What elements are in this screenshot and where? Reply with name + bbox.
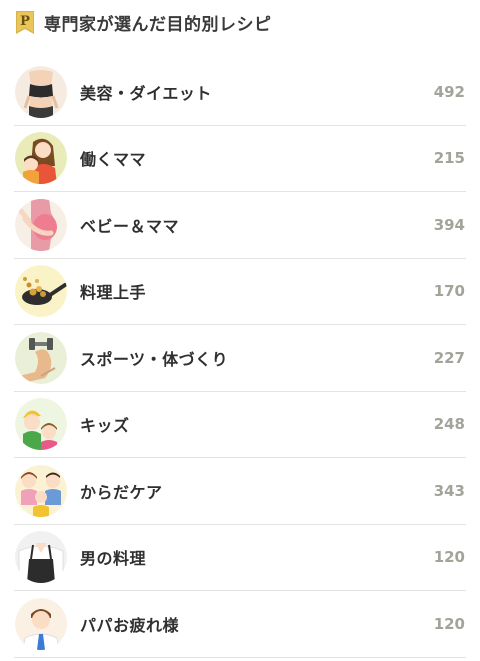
kids-icon: [15, 398, 67, 451]
category-row[interactable]: 働くママ 215: [14, 126, 466, 192]
category-row[interactable]: からだケア 343: [14, 458, 466, 525]
category-label: からだケア: [80, 482, 163, 502]
category-label: 男の料理: [80, 549, 147, 569]
recipe-count: 120: [433, 548, 465, 567]
man-apron-icon: [15, 531, 67, 584]
working-mom-icon: [15, 132, 67, 185]
category-label: 料理上手: [80, 283, 147, 303]
muscle-dumbbell-icon: [15, 331, 67, 384]
family-icon: [15, 464, 67, 517]
category-label: パパお疲れ様: [80, 615, 180, 635]
page-title: 専門家が選んだ目的別レシピ: [44, 14, 272, 35]
recipe-count: 492: [433, 82, 465, 101]
recipe-count: 343: [433, 481, 465, 500]
recipe-count: 394: [433, 215, 465, 234]
category-label: 美容・ダイエット: [80, 83, 212, 103]
category-row[interactable]: キッズ 248: [14, 392, 466, 458]
recipe-count: 120: [433, 614, 465, 633]
frying-pan-icon: [15, 265, 67, 318]
category-row[interactable]: スポーツ・体づくり 227: [14, 325, 466, 392]
category-list: 美容・ダイエット 492 働くママ 215 ベビー＆ママ 394 料理上手 17…: [14, 59, 466, 658]
recipe-count: 248: [433, 415, 465, 434]
category-row[interactable]: パパお疲れ様 120: [14, 591, 466, 658]
recipe-count: 170: [433, 282, 465, 301]
category-label: ベビー＆ママ: [80, 216, 180, 236]
category-row[interactable]: ベビー＆ママ 394: [14, 192, 466, 259]
category-row[interactable]: 美容・ダイエット 492: [14, 59, 466, 126]
pregnant-mom-icon: [15, 198, 67, 251]
recipe-count: 215: [433, 149, 465, 168]
category-row[interactable]: 料理上手 170: [14, 259, 466, 325]
category-label: 働くママ: [80, 150, 147, 170]
svg-text:P: P: [20, 14, 30, 29]
category-row[interactable]: 男の料理 120: [14, 525, 466, 591]
page-header: P 専門家が選んだ目的別レシピ: [14, 8, 272, 36]
recipe-count: 227: [433, 348, 465, 367]
category-label: スポーツ・体づくり: [80, 349, 229, 369]
salaryman-icon: [15, 597, 67, 650]
category-label: キッズ: [80, 416, 130, 436]
premium-badge-icon: P: [14, 10, 36, 35]
diet-woman-icon: [15, 65, 67, 118]
